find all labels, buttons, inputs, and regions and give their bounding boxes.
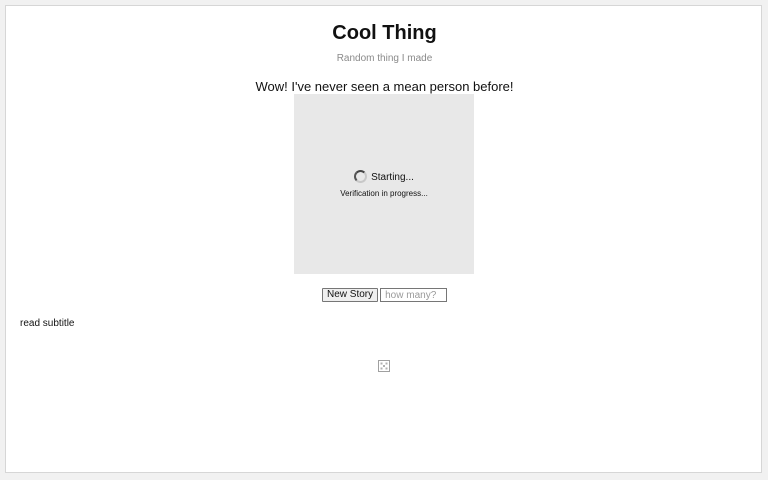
verification-status-row: Starting... [294,170,474,185]
page-frame: Cool Thing Random thing I made Wow! I've… [5,5,762,473]
verification-widget[interactable]: Starting... Verification in progress... [294,94,474,274]
story-count-input[interactable] [380,288,448,302]
page-title: Cool Thing [332,22,437,44]
read-subtitle-link[interactable]: read subtitle [20,318,74,329]
story-headline: Wow! I've never seen a mean person befor… [255,79,514,94]
verification-status: Starting... [371,172,414,183]
story-controls: New Story [322,288,448,302]
broken-image-icon [378,360,390,372]
page-subtitle: Random thing I made [336,53,433,64]
verification-message: Verification in progress... [340,189,428,198]
new-story-button[interactable]: New Story [322,288,379,302]
loading-spinner-icon [354,170,368,183]
